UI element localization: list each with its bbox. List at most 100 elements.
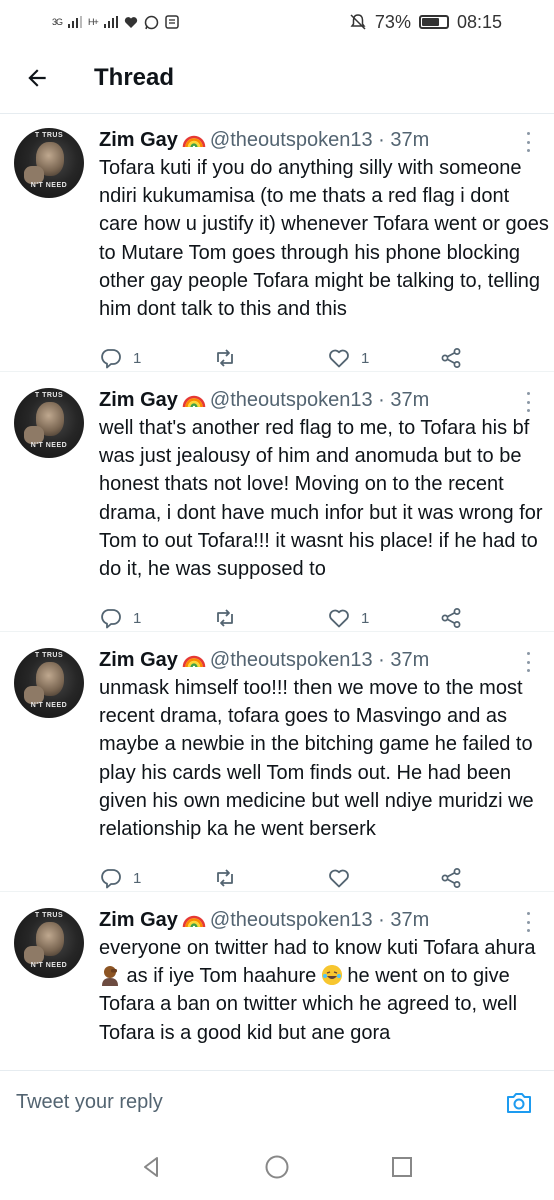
- reply-icon: [101, 609, 121, 629]
- tweet-1[interactable]: T TRUS N'T NEED Zim Gay @theoutspoken13 ·…: [0, 114, 554, 372]
- status-bar: 3G H+ 73% 08:15: [0, 0, 554, 44]
- rainbow-emoji-icon: [182, 655, 206, 668]
- tweet-3[interactable]: T TRUS N'T NEED Zim Gay @theoutspoken13 ·…: [0, 634, 554, 892]
- tweet-text-part-1: everyone on twitter had to know kuti Tof…: [99, 937, 536, 959]
- avatar[interactable]: T TRUS N'T NEED: [14, 908, 84, 978]
- rainbow-emoji-icon: [182, 135, 206, 148]
- tweet-text: everyone on twitter had to know kuti Tof…: [99, 934, 549, 1047]
- tweet-4[interactable]: T TRUS N'T NEED Zim Gay @theoutspoken13 ·…: [0, 894, 554, 1070]
- battery-percent: 73%: [374, 11, 411, 32]
- reply-count: 1: [133, 609, 142, 627]
- tweet-header: Zim Gay @theoutspoken13 · 37m: [99, 126, 429, 154]
- tweet-header: Zim Gay @theoutspoken13 · 37m: [99, 646, 429, 674]
- retweet-button[interactable]: [213, 346, 247, 370]
- tweet-header: Zim Gay @theoutspoken13 · 37m: [99, 906, 429, 934]
- like-button[interactable]: 1: [327, 606, 369, 630]
- tears-of-joy-emoji-icon: [321, 965, 342, 986]
- author-name[interactable]: Zim Gay: [99, 389, 178, 411]
- more-options-icon[interactable]: [524, 392, 532, 412]
- reply-count: 1: [133, 869, 142, 887]
- like-count: 1: [361, 609, 370, 627]
- battery-icon: [418, 15, 449, 29]
- share-icon: [441, 868, 461, 888]
- camera-icon: [507, 1092, 531, 1113]
- reply-bar: [0, 1070, 554, 1134]
- tweet-divider: [0, 631, 554, 632]
- author-handle[interactable]: @theoutspoken13 · 37m: [210, 909, 429, 931]
- arrow-left-icon: [28, 69, 46, 87]
- avatar[interactable]: T TRUS N'T NEED: [14, 388, 84, 458]
- avatar-text-top: T TRUS: [34, 912, 64, 919]
- mute-icon: [350, 14, 366, 30]
- signal-hplus: H+: [88, 17, 99, 27]
- reply-button[interactable]: 1: [99, 866, 141, 890]
- system-nav-bar: [0, 1134, 554, 1200]
- clock: 08:15: [456, 11, 502, 32]
- tweet-actions: 1 1: [99, 606, 539, 630]
- share-icon: [441, 348, 461, 368]
- page-title: Thread: [94, 64, 175, 91]
- status-right: 73% 08:15: [349, 12, 502, 33]
- camera-button[interactable]: [502, 1086, 536, 1120]
- battery-fill: [421, 18, 440, 26]
- reply-icon: [101, 869, 121, 889]
- back-button[interactable]: [0, 44, 74, 112]
- avatar-text-top: T TRUS: [34, 132, 64, 139]
- heart-outline-icon: [329, 349, 349, 368]
- signal-bars-icon: [68, 16, 83, 28]
- author-handle[interactable]: @theoutspoken13 · 37m: [210, 129, 429, 151]
- thread-header: Thread: [0, 44, 554, 112]
- retweet-icon: [217, 609, 233, 627]
- nav-home-button[interactable]: [257, 1147, 297, 1187]
- like-count: 1: [361, 349, 370, 367]
- author-name[interactable]: Zim Gay: [99, 129, 178, 151]
- retweet-icon: [217, 349, 233, 367]
- avatar-text-bottom: N'T NEED: [30, 962, 68, 969]
- share-button[interactable]: [439, 606, 463, 630]
- reply-button[interactable]: 1: [99, 606, 141, 630]
- retweet-button[interactable]: [213, 606, 247, 630]
- heart-icon: [124, 16, 137, 28]
- retweet-icon: [217, 869, 233, 887]
- whatsapp-icon: [144, 15, 159, 29]
- tweet-text: Tofara kuti if you do anything silly wit…: [99, 157, 549, 321]
- more-options-icon[interactable]: [524, 912, 532, 932]
- like-button[interactable]: 1: [327, 346, 369, 370]
- share-icon: [441, 608, 461, 628]
- tweet-text-part-2: as if iye Tom haahure: [121, 965, 322, 988]
- tweet-divider: [0, 371, 554, 372]
- tweet-2[interactable]: T TRUS N'T NEED Zim Gay @theoutspoken13 ·…: [0, 374, 554, 632]
- share-button[interactable]: [439, 346, 463, 370]
- reply-icon: [101, 349, 121, 369]
- share-button[interactable]: [439, 866, 463, 890]
- signal-3g: 3G: [52, 17, 63, 27]
- reply-input[interactable]: [16, 1091, 436, 1114]
- circle-home-icon: [265, 1155, 289, 1179]
- author-name[interactable]: Zim Gay: [99, 909, 178, 931]
- more-options-icon[interactable]: [524, 132, 532, 152]
- avatar[interactable]: T TRUS N'T NEED: [14, 128, 84, 198]
- signal-bars-icon-2: [103, 16, 118, 28]
- tweet-actions: 1: [99, 866, 539, 890]
- author-handle[interactable]: @theoutspoken13 · 37m: [210, 649, 429, 671]
- retweet-button[interactable]: [213, 866, 247, 890]
- avatar[interactable]: T TRUS N'T NEED: [14, 648, 84, 718]
- like-button[interactable]: [327, 866, 361, 890]
- triangle-back-icon: [144, 1157, 159, 1177]
- square-recents-icon: [391, 1157, 412, 1177]
- reply-button[interactable]: 1: [99, 346, 141, 370]
- reply-count: 1: [133, 349, 142, 367]
- person-facepalming-emoji-icon: [102, 966, 118, 987]
- status-left: 3G H+: [52, 15, 179, 30]
- rainbow-emoji-icon: [182, 915, 206, 928]
- tweet-text: well that's another red flag to me, to T…: [99, 417, 543, 581]
- nav-back-button[interactable]: [132, 1147, 172, 1187]
- avatar-text-top: T TRUS: [34, 392, 64, 399]
- more-options-icon[interactable]: [524, 652, 532, 672]
- author-handle[interactable]: @theoutspoken13 · 37m: [210, 389, 429, 411]
- nav-recents-button[interactable]: [382, 1147, 422, 1187]
- author-name[interactable]: Zim Gay: [99, 649, 178, 671]
- avatar-text-top: T TRUS: [34, 652, 64, 659]
- tweet-header: Zim Gay @theoutspoken13 · 37m: [99, 386, 429, 414]
- rainbow-emoji-icon: [182, 395, 206, 408]
